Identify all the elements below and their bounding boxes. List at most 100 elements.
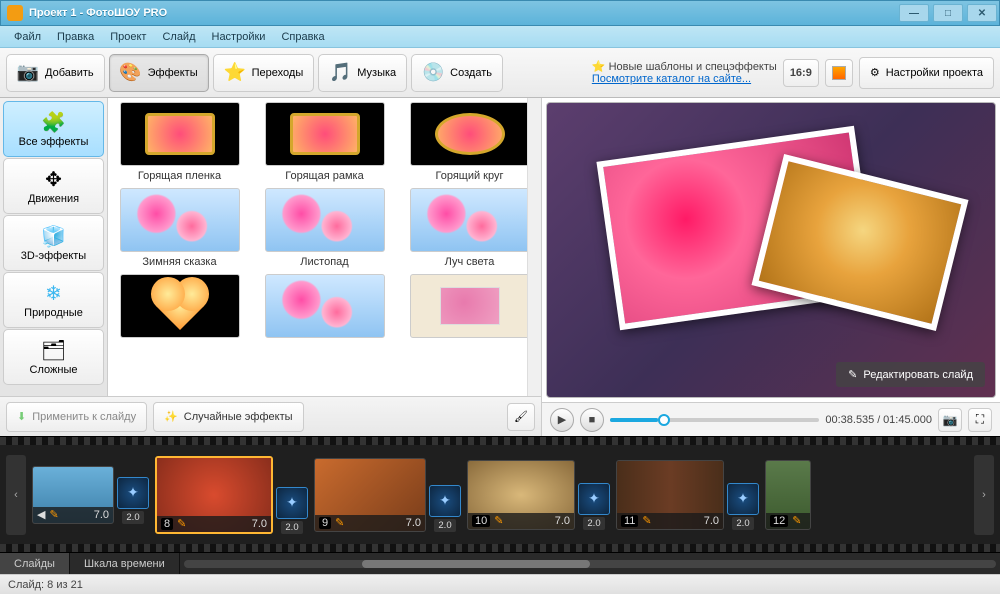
effect-item[interactable] bbox=[402, 274, 537, 342]
category-nature[interactable]: ❄Природные bbox=[3, 272, 104, 328]
create-button[interactable]: 💿 Создать bbox=[411, 54, 503, 92]
effect-item[interactable]: Горящая пленка bbox=[112, 102, 247, 182]
effects-button[interactable]: 🎨 Эффекты bbox=[109, 54, 209, 92]
slide-footer: 11✎7.0 bbox=[617, 513, 723, 529]
brush-button[interactable]: 🖌 bbox=[507, 403, 535, 431]
film-strip-decoration bbox=[0, 437, 1000, 445]
menu-file[interactable]: Файл bbox=[6, 29, 49, 45]
background-icon bbox=[832, 66, 846, 80]
music-button[interactable]: 🎵 Музыка bbox=[318, 54, 407, 92]
effects-scrollbar[interactable] bbox=[527, 98, 541, 396]
apply-label: Применить к слайду bbox=[32, 411, 136, 423]
transition-item[interactable]: ✦2.0 bbox=[429, 485, 461, 532]
tab-timeline[interactable]: Шкала времени bbox=[70, 553, 180, 574]
effect-label: Зимняя сказка bbox=[142, 256, 216, 268]
maximize-button[interactable]: □ bbox=[933, 4, 963, 22]
status-text: Слайд: 8 из 21 bbox=[8, 579, 83, 591]
timeline-prev-button[interactable]: ‹ bbox=[6, 455, 26, 535]
transition-item[interactable]: ✦2.0 bbox=[578, 483, 610, 530]
effects-pane: 🧩Все эффекты ✥Движения 🧊3D-эффекты ❄Прир… bbox=[0, 98, 542, 436]
aspect-ratio-button[interactable]: 16:9 bbox=[783, 59, 819, 87]
fullscreen-button[interactable]: ⛶ bbox=[968, 408, 992, 432]
transition-thumbnail: ✦ bbox=[276, 487, 308, 519]
timeline-slide[interactable]: 10✎7.0✦2.0 bbox=[467, 460, 610, 530]
edit-slide-button[interactable]: ✎Редактировать слайд bbox=[836, 362, 985, 387]
slide-footer: 8✎7.0 bbox=[157, 516, 271, 532]
effect-item[interactable]: Листопад bbox=[257, 188, 392, 268]
menu-project[interactable]: Проект bbox=[102, 29, 154, 45]
apply-to-slide-button[interactable]: ⬇Применить к слайду bbox=[6, 402, 147, 432]
menu-slide[interactable]: Слайд bbox=[154, 29, 203, 45]
cat-label: Природные bbox=[24, 307, 83, 319]
category-complex[interactable]: 🗂Сложные bbox=[3, 329, 104, 385]
effect-label: Луч света bbox=[445, 256, 495, 268]
transition-item[interactable]: ✦2.0 bbox=[117, 477, 149, 524]
effects-grid: Горящая пленка Горящая рамка Горящий круг З… bbox=[108, 98, 541, 396]
transitions-label: Переходы bbox=[252, 67, 304, 79]
preview-viewport: ✎Редактировать слайд bbox=[546, 102, 996, 398]
effect-item[interactable]: Зимняя сказка bbox=[112, 188, 247, 268]
add-button[interactable]: 📷 Добавить bbox=[6, 54, 105, 92]
slide-thumbnail: 10✎7.0 bbox=[467, 460, 575, 530]
slide-footer: ◀✎7.0 bbox=[33, 507, 113, 523]
slide-thumbnail: 8✎7.0 bbox=[155, 456, 273, 534]
promo-link[interactable]: Посмотрите каталог на сайте... bbox=[592, 73, 751, 85]
pencil-icon: ✎ bbox=[848, 368, 857, 381]
category-3d[interactable]: 🧊3D-эффекты bbox=[3, 215, 104, 271]
timeline-slide[interactable]: 8✎7.0 ✦2.0 bbox=[155, 456, 308, 534]
close-button[interactable]: ✕ bbox=[967, 4, 997, 22]
timeline-slide[interactable]: 12✎ bbox=[765, 460, 811, 530]
effect-label: Горящий круг bbox=[435, 170, 503, 182]
effect-label: Горящая пленка bbox=[138, 170, 221, 182]
timeline-slide[interactable]: ◀✎7.0✦2.0 bbox=[32, 466, 149, 524]
menu-settings[interactable]: Настройки bbox=[204, 29, 274, 45]
promo-line1: Новые шаблоны и спецэффекты bbox=[609, 61, 777, 73]
effect-item[interactable]: Горящая рамка bbox=[257, 102, 392, 182]
project-settings-button[interactable]: ⚙ Настройки проекта bbox=[859, 57, 994, 89]
menu-help[interactable]: Справка bbox=[273, 29, 332, 45]
cat-label: 3D-эффекты bbox=[21, 250, 86, 262]
effects-label: Эффекты bbox=[148, 67, 198, 79]
wand-icon: ✨ bbox=[164, 410, 178, 423]
timeline: ‹ ◀✎7.0✦2.08✎7.0✦2.09✎7.0✦2.010✎7.0✦2.01… bbox=[0, 436, 1000, 574]
slide-footer: 9✎7.0 bbox=[315, 515, 425, 531]
transition-item[interactable]: ✦2.0 bbox=[727, 483, 759, 530]
menu-edit[interactable]: Правка bbox=[49, 29, 102, 45]
seek-bar[interactable] bbox=[610, 418, 819, 422]
effect-item[interactable]: Горящий круг bbox=[402, 102, 537, 182]
timeline-next-button[interactable]: › bbox=[974, 455, 994, 535]
time-display: 00:38.535 / 01:45.000 bbox=[825, 414, 932, 426]
tab-slides[interactable]: Слайды bbox=[0, 553, 70, 574]
cat-label: Движения bbox=[28, 193, 79, 205]
transitions-button[interactable]: ⭐ Переходы bbox=[213, 54, 315, 92]
minimize-button[interactable]: — bbox=[899, 4, 929, 22]
timeline-slide[interactable]: 11✎7.0✦2.0 bbox=[616, 460, 759, 530]
effect-thumbnail bbox=[265, 188, 385, 252]
main-area: 🧩Все эффекты ✥Движения 🧊3D-эффекты ❄Прир… bbox=[0, 98, 1000, 436]
effect-item[interactable] bbox=[112, 274, 247, 342]
effect-thumbnail bbox=[410, 274, 530, 338]
timeline-track: ‹ ◀✎7.0✦2.08✎7.0✦2.09✎7.0✦2.010✎7.0✦2.01… bbox=[0, 445, 1000, 544]
snapshot-button[interactable]: 📷 bbox=[938, 408, 962, 432]
effect-item[interactable]: Луч света bbox=[402, 188, 537, 268]
timeline-slide[interactable]: 9✎7.0✦2.0 bbox=[314, 458, 461, 532]
category-motion[interactable]: ✥Движения bbox=[3, 158, 104, 214]
puzzle-icon: 🧩 bbox=[42, 110, 66, 134]
transition-item[interactable]: ✦2.0 bbox=[276, 487, 308, 534]
timeline-horizontal-scroll[interactable] bbox=[180, 553, 1000, 574]
background-button[interactable] bbox=[825, 59, 853, 87]
play-button[interactable]: ▶ bbox=[550, 408, 574, 432]
category-all-effects[interactable]: 🧩Все эффекты bbox=[3, 101, 104, 157]
transition-duration: 2.0 bbox=[122, 511, 143, 524]
music-icon: 🎵 bbox=[329, 62, 351, 84]
slide-thumbnail: 12✎ bbox=[765, 460, 811, 530]
film-strip-decoration bbox=[0, 544, 1000, 552]
transition-duration: 2.0 bbox=[732, 517, 753, 530]
transition-thumbnail: ✦ bbox=[429, 485, 461, 517]
random-effects-button[interactable]: ✨Случайные эффекты bbox=[153, 402, 303, 432]
create-label: Создать bbox=[450, 67, 492, 79]
effect-item[interactable] bbox=[257, 274, 392, 342]
effect-thumbnail bbox=[265, 274, 385, 338]
stop-button[interactable]: ■ bbox=[580, 408, 604, 432]
effect-thumbnail bbox=[265, 102, 385, 166]
